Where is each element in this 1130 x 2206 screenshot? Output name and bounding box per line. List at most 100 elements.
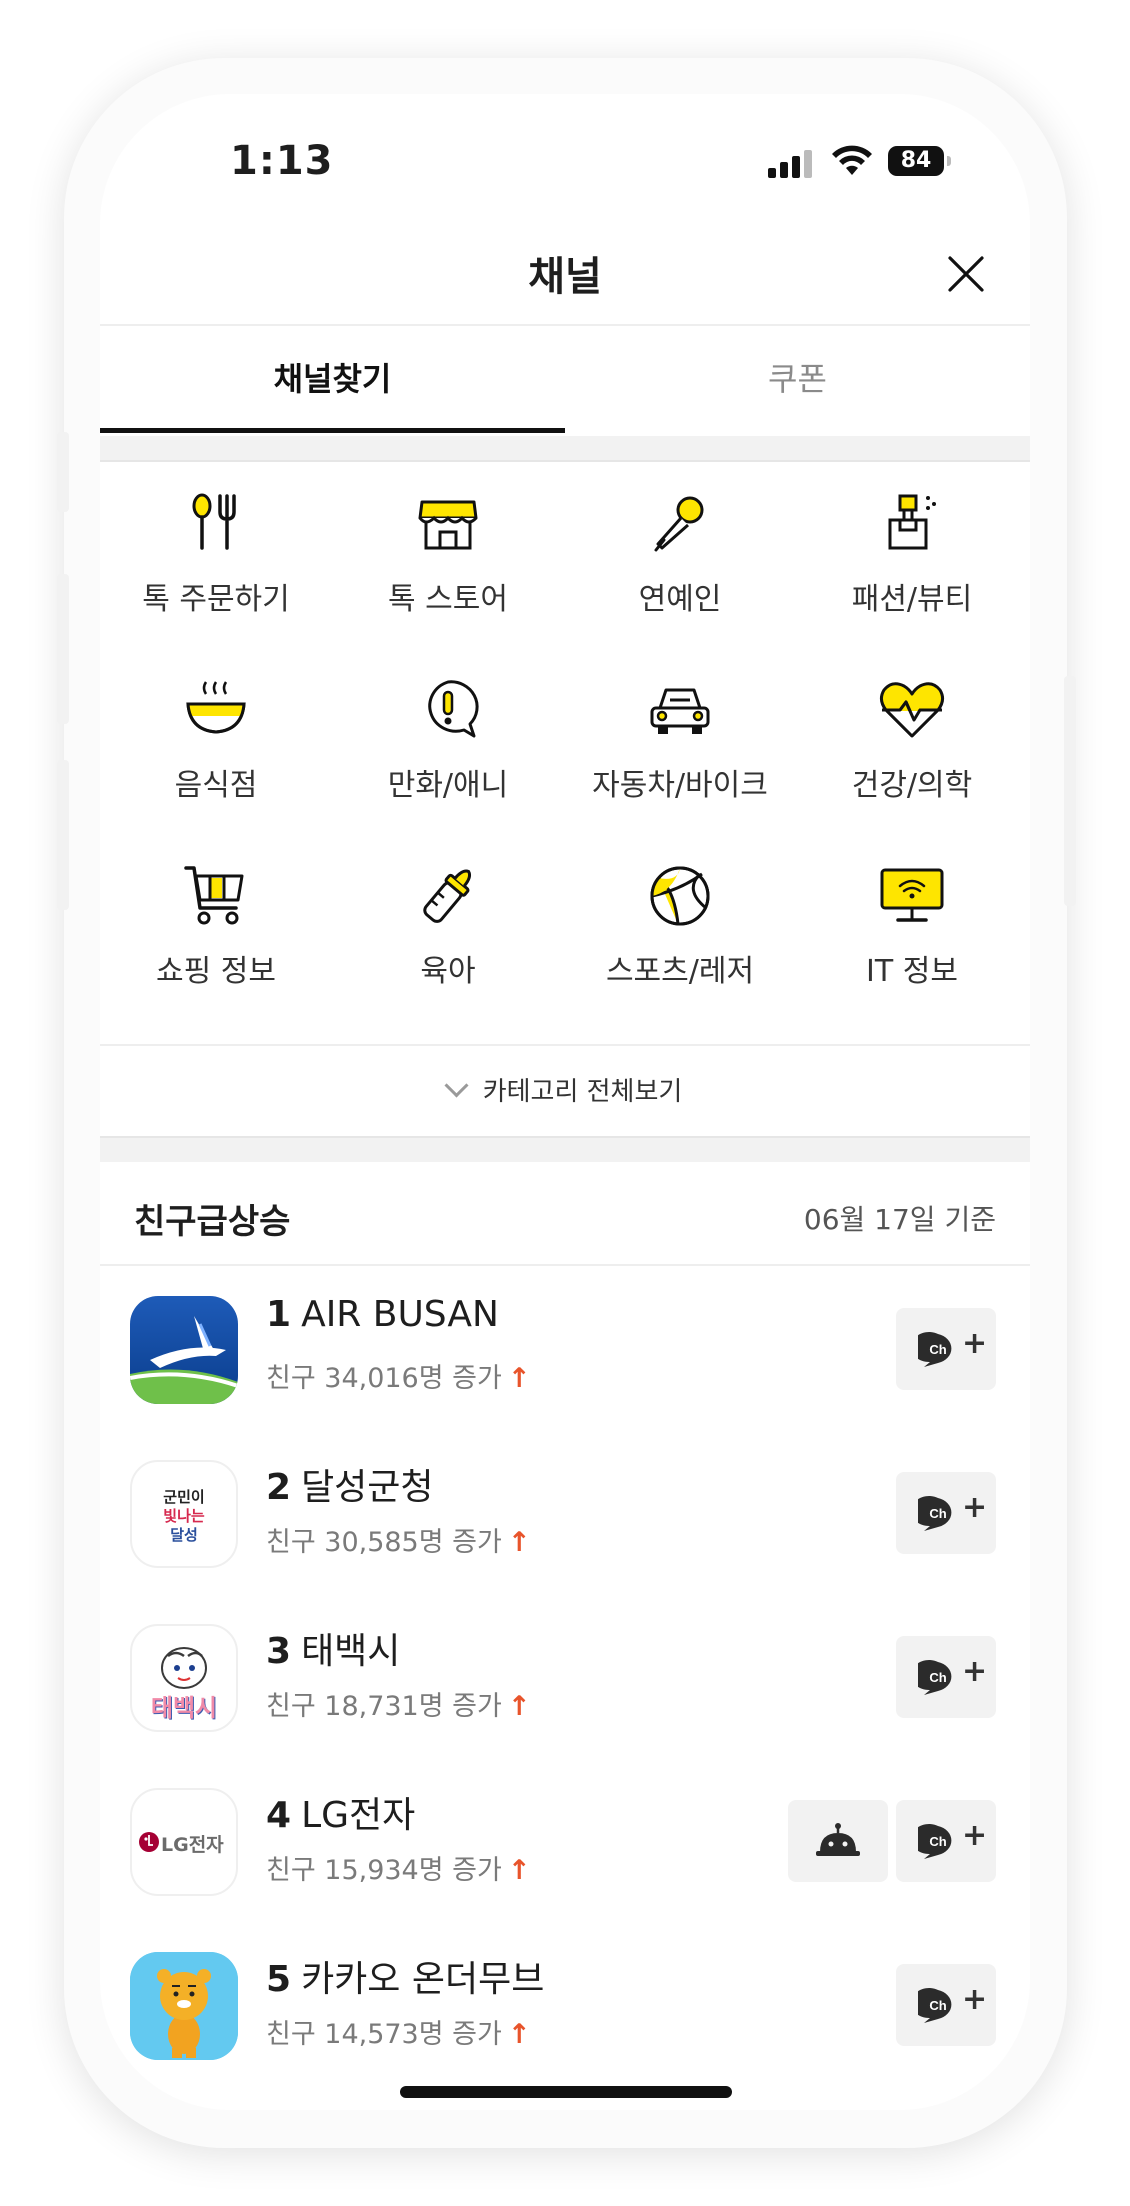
perfume-icon — [888, 494, 936, 550]
category-label: 스포츠/레저 — [605, 954, 755, 989]
rank-number: 4 — [266, 1795, 292, 1836]
channel-name: 3 태백시 — [266, 1622, 400, 1674]
add-channel-button[interactable]: Ch + — [896, 1964, 996, 2046]
logo-text: 태백시 — [150, 1694, 218, 1722]
category-parenting[interactable]: 육아 — [332, 834, 564, 1019]
wifi-icon — [832, 145, 872, 175]
chatbot-button[interactable] — [788, 1800, 888, 1882]
chevron-down-icon — [444, 1073, 469, 1098]
friend-increase: 친구 34,016명 증가 ↑ — [266, 1356, 530, 1395]
category-health[interactable]: 건강/의학 — [796, 648, 1028, 833]
airbusan-logo — [130, 1296, 238, 1404]
cart-icon — [184, 866, 244, 925]
friend-increase: 친구 30,585명 증가 ↑ — [266, 1520, 530, 1559]
category-label: 패션/뷰티 — [851, 582, 973, 617]
rank-number: 2 — [266, 1467, 292, 1508]
ranking-item[interactable]: 5 카카오 온더무브 친구 14,573명 증가 ↑ Ch + — [100, 1930, 1030, 2094]
status-time: 1:13 — [230, 138, 334, 184]
category-label: 음식점 — [174, 768, 258, 803]
volume-up-button — [57, 574, 69, 724]
status-bar: 1:13 84 — [100, 94, 1030, 214]
svg-text:Ch: Ch — [929, 1670, 946, 1685]
friend-increase-text: 친구 14,573명 증가 — [266, 2019, 502, 2050]
active-tab-indicator — [100, 428, 565, 433]
friend-increase: 친구 18,731명 증가 ↑ — [266, 1684, 530, 1723]
friend-increase-text: 친구 15,934명 증가 — [266, 1855, 502, 1886]
dalseong-logo: 군민이 빛나는 달성 — [130, 1460, 238, 1568]
category-celebrity[interactable]: 연예인 — [564, 462, 796, 647]
rank-number: 3 — [266, 1631, 292, 1672]
category-fashion-beauty[interactable]: 패션/뷰티 — [796, 462, 1028, 647]
ranking-header: 친구급상승 06월 17일 기준 — [100, 1160, 1030, 1266]
ranking-item[interactable]: 1 AIR BUSAN 친구 34,016명 증가 ↑ Ch + — [100, 1274, 1030, 1438]
tab-channel-search[interactable]: 채널찾기 — [100, 326, 565, 432]
taebaek-logo: 태백시 — [130, 1624, 238, 1732]
plus-icon: + — [962, 1654, 988, 1689]
category-car-bike[interactable]: 자동차/바이크 — [564, 648, 796, 833]
channel-name: 2 달성군청 — [266, 1458, 434, 1510]
friend-increase: 친구 15,934명 증가 ↑ — [266, 1848, 530, 1887]
channel-add-icon: Ch — [918, 1660, 952, 1695]
up-arrow-icon: ↑ — [507, 1855, 531, 1886]
channel-name-text: LG전자 — [301, 1795, 416, 1836]
friend-increase-text: 친구 30,585명 증가 — [266, 1527, 502, 1558]
home-indicator[interactable] — [400, 2086, 732, 2098]
lg-symbol-icon — [139, 1832, 159, 1852]
ranking-item[interactable]: LG전자 4 LG전자 친구 15,934명 증가 ↑ Ch + — [100, 1766, 1030, 1930]
svg-text:Ch: Ch — [929, 1342, 946, 1357]
close-icon[interactable] — [946, 254, 986, 294]
header: 채널 — [100, 214, 1030, 326]
channel-add-icon: Ch — [918, 1824, 952, 1859]
plus-icon: + — [962, 1818, 988, 1853]
up-arrow-icon: ↑ — [507, 1691, 531, 1722]
robot-icon — [816, 1823, 860, 1856]
fork-spoon-icon — [192, 493, 236, 550]
page-title: 채널 — [528, 254, 602, 300]
channel-name: 1 AIR BUSAN — [266, 1294, 499, 1335]
tab-coupon[interactable]: 쿠폰 — [565, 326, 1030, 432]
add-channel-button[interactable]: Ch + — [896, 1472, 996, 1554]
up-arrow-icon: ↑ — [507, 1527, 531, 1558]
category-it[interactable]: IT 정보 — [796, 834, 1028, 1019]
category-comic-anime[interactable]: 만화/애니 — [332, 648, 564, 833]
category-talk-order[interactable]: 톡 주문하기 — [100, 462, 332, 647]
add-channel-button[interactable]: Ch + — [896, 1800, 996, 1882]
ball-icon — [650, 866, 710, 926]
heart-pulse-icon — [879, 682, 945, 738]
category-label: 연예인 — [638, 582, 722, 617]
up-arrow-icon: ↑ — [507, 2019, 531, 2050]
view-all-label: 카테고리 전체보기 — [482, 1077, 683, 1107]
logo-text: 빛나는 — [163, 1507, 205, 1525]
add-channel-button[interactable]: Ch + — [896, 1308, 996, 1390]
baby-bottle-icon — [423, 869, 472, 923]
rank-number: 1 — [266, 1294, 292, 1335]
rank-number: 5 — [266, 1959, 292, 2000]
friend-increase-text: 친구 34,016명 증가 — [266, 1363, 502, 1394]
ranking-date: 06월 17일 기준 — [803, 1203, 996, 1236]
microphone-icon — [654, 496, 704, 552]
bowl-icon — [186, 681, 246, 734]
tab-bar: 채널찾기 쿠폰 — [100, 326, 1030, 436]
speech-exclaim-icon — [428, 680, 479, 738]
category-label: 육아 — [420, 954, 476, 989]
category-restaurant[interactable]: 음식점 — [100, 648, 332, 833]
add-channel-button[interactable]: Ch + — [896, 1636, 996, 1718]
svg-text:Ch: Ch — [929, 1506, 946, 1521]
ranking-item[interactable]: 태백시 3 태백시 친구 18,731명 증가 ↑ Ch + — [100, 1602, 1030, 1766]
battery-icon: 84 — [888, 146, 951, 176]
plus-icon: + — [962, 1982, 988, 2017]
category-label: 자동차/바이크 — [592, 768, 768, 803]
category-talk-store[interactable]: 톡 스토어 — [332, 462, 564, 647]
up-arrow-icon: ↑ — [507, 1363, 531, 1394]
silent-switch — [57, 432, 69, 512]
cellular-signal-icon — [768, 150, 814, 178]
store-icon — [418, 500, 478, 550]
category-label: 톡 스토어 — [388, 582, 508, 617]
category-sports-leisure[interactable]: 스포츠/레저 — [564, 834, 796, 1019]
category-shopping[interactable]: 쇼핑 정보 — [100, 834, 332, 1019]
logo-text: LG전자 — [161, 1834, 224, 1856]
category-label: 톡 주문하기 — [142, 582, 290, 617]
view-all-categories-button[interactable]: 카테고리 전체보기 — [100, 1044, 1030, 1138]
ranking-item[interactable]: 군민이 빛나는 달성 2 달성군청 친구 30,585명 증가 ↑ Ch + — [100, 1438, 1030, 1602]
plus-icon: + — [962, 1326, 988, 1361]
